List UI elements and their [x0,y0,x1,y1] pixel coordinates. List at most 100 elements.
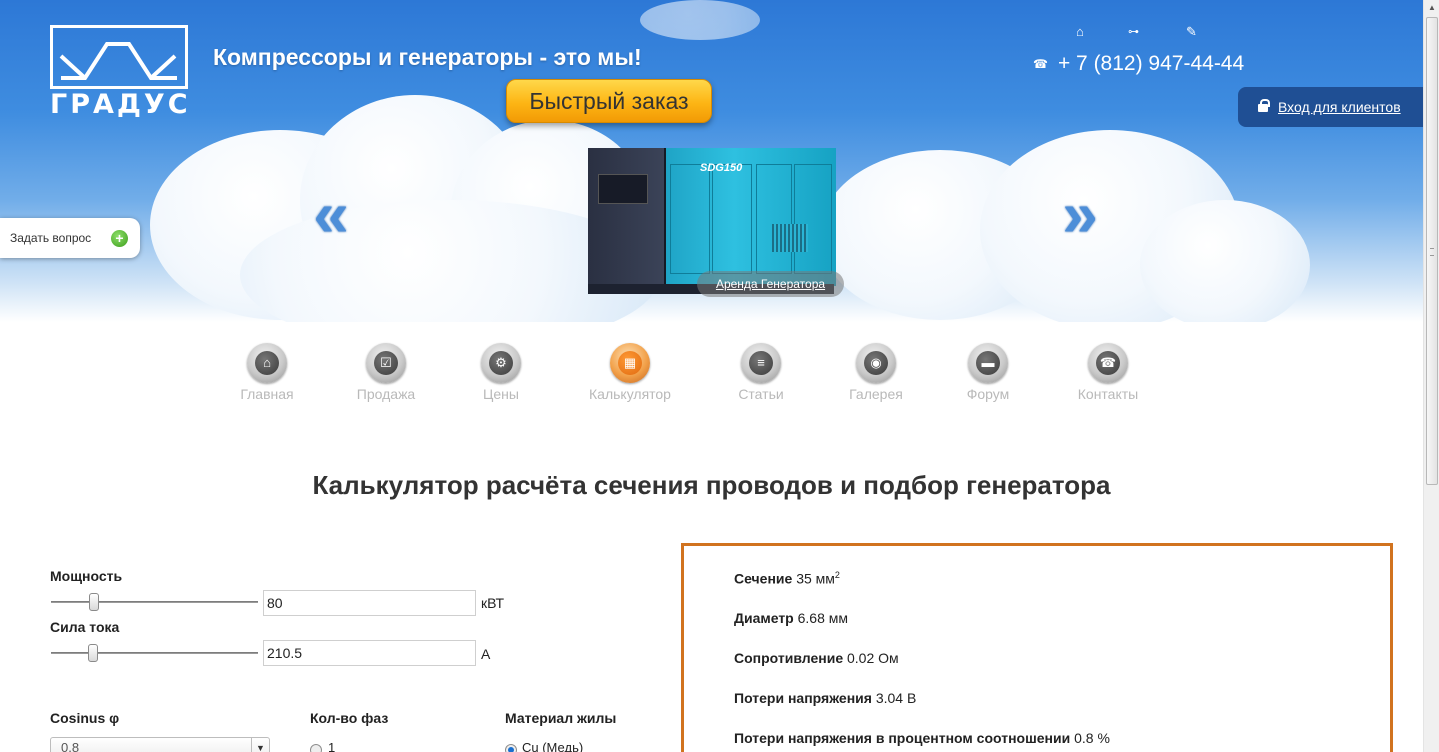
nav-circle: ▬ [968,343,1008,383]
result-value: 6.68 мм [797,610,849,626]
phone-number: ☎ + 7 (812) 947-44-44 [1033,52,1244,76]
nav-label: Главная [240,386,294,402]
result-voltage-loss: Потери напряжения 3.04 В [734,690,916,706]
power-slider-track[interactable] [51,601,258,603]
nav-item-forum[interactable]: ▬ Форум [933,342,1043,406]
nav-item-contacts[interactable]: ☎ Контакты [1053,342,1163,406]
nav-label: Статьи [738,386,784,402]
phone-text: + 7 (812) 947-44-44 [1057,52,1245,75]
logo-mark-icon [59,42,177,80]
power-unit: кВТ [481,595,505,611]
nav-item-gallery[interactable]: ◉ Галерея [821,342,931,406]
nav-circle: ⚙ [481,343,521,383]
ask-question-button[interactable]: Задать вопрос + [0,218,140,258]
cosinus-label: Cosinus φ [50,710,120,726]
result-sup: 2 [834,570,840,580]
chat-icon: ▬ [976,351,1000,375]
page-title: Калькулятор расчёта сечения проводов и п… [312,470,1111,500]
generator-grill [772,224,808,252]
result-value: 0.8 % [1074,730,1110,746]
generator-door [794,164,832,274]
chevron-down-icon: ▼ [251,738,269,752]
current-label: Сила тока [50,619,120,635]
ask-question-label: Задать вопрос [10,231,92,245]
cosinus-selected-value: 0.8 [61,740,80,752]
top-icons: ⌂ ⊶ ✎ [1072,24,1202,42]
result-label: Диаметр [734,610,794,626]
phases-option-label: 1 [328,740,336,752]
nav-item-sales[interactable]: ☑ Продажа [331,342,441,406]
logo-frame [50,25,188,89]
result-resistance: Сопротивление 0.02 Ом [734,650,899,666]
nav-label: Цены [483,386,519,402]
nav-label: Продажа [356,386,416,402]
nav-circle: ≡ [741,343,781,383]
slogan: Компрессоры и генераторы - это мы! [213,44,642,70]
generator-panel [598,174,648,204]
phone-icon: ☎ [1096,351,1120,375]
slider-next-arrow[interactable]: » [1055,182,1105,246]
result-label: Потери напряжения [734,690,872,706]
cloud-decoration [1140,200,1310,322]
cosinus-select[interactable]: 0.8 ▼ [50,737,270,752]
nav-item-home[interactable]: ⌂ Главная [212,342,322,406]
power-input[interactable] [263,590,476,616]
scrollbar-thumb[interactable] [1426,17,1438,485]
page: ГРАДУС Компрессоры и генераторы - это мы… [0,0,1439,752]
material-radio-cu[interactable] [505,744,517,752]
current-slider-track[interactable] [51,652,258,654]
camera-icon: ◉ [864,351,888,375]
client-login-link[interactable]: Вход для клиентов [1278,99,1401,115]
result-diameter: Диаметр 6.68 мм [734,610,848,626]
logo-text: ГРАДУС [50,89,191,120]
slide-caption-link[interactable]: Аренда Генератора [697,271,844,297]
slider-prev-arrow[interactable]: « [306,182,356,246]
document-icon: ≡ [749,351,773,375]
generator-body: SDG150 [666,148,836,286]
material-option-label: Cu (Медь) [522,740,584,752]
phases-radio-1[interactable] [310,744,322,752]
current-input[interactable] [263,640,476,666]
nav-item-prices[interactable]: ⚙ Цены [446,342,556,406]
home-icon: ⌂ [255,351,279,375]
result-value: 3.04 В [875,690,917,706]
scroll-up-arrow-icon[interactable]: ▲ [1424,0,1439,16]
sitemap-icon[interactable]: ⊶ [1128,24,1139,40]
nav-item-articles[interactable]: ≡ Статьи [706,342,816,406]
nav-label: Галерея [849,386,903,402]
nav-label: Калькулятор [589,386,671,402]
result-value: 35 мм [796,570,835,587]
material-label: Материал жилы [505,710,617,726]
checkbox-icon: ☑ [374,351,398,375]
current-slider-thumb[interactable] [88,644,98,662]
home-icon[interactable]: ⌂ [1076,24,1084,40]
nav-item-calculator[interactable]: ▦ Калькулятор [575,342,685,406]
plus-icon: + [111,230,128,247]
lock-icon [1258,99,1270,112]
gears-icon: ⚙ [489,351,513,375]
cloud-decoration [640,0,760,40]
calculator-icon: ▦ [618,351,642,375]
generator-door [756,164,792,274]
result-section: Сечение 35 мм2 [734,570,840,587]
phone-icon: ☎ [1033,57,1048,71]
nav-circle: ☎ [1088,343,1128,383]
header-banner: ГРАДУС Компрессоры и генераторы - это мы… [0,0,1423,322]
result-label: Сопротивление [734,650,844,666]
scrollbar[interactable]: ▲ [1423,0,1439,752]
nav-label: Контакты [1077,386,1139,402]
generator-door [712,164,752,274]
generator-door [670,164,710,274]
result-label: Потери напряжения в процентном соотношен… [734,730,1071,746]
result-label: Сечение [734,570,793,587]
current-unit: А [481,646,491,662]
nav-label: Форум [966,386,1010,402]
power-slider-thumb[interactable] [89,593,99,611]
result-voltage-loss-pct: Потери напряжения в процентном соотношен… [734,730,1110,746]
client-login-button[interactable]: Вход для клиентов [1238,87,1423,127]
main-nav: ⌂ Главная ☑ Продажа ⚙ Цены ▦ Калькулятор… [230,342,1160,406]
logo[interactable]: ГРАДУС [50,25,191,120]
generator-model-label: SDG150 [700,162,743,174]
quick-order-button[interactable]: Быстрый заказ [506,79,712,123]
pencil-icon[interactable]: ✎ [1186,24,1197,40]
